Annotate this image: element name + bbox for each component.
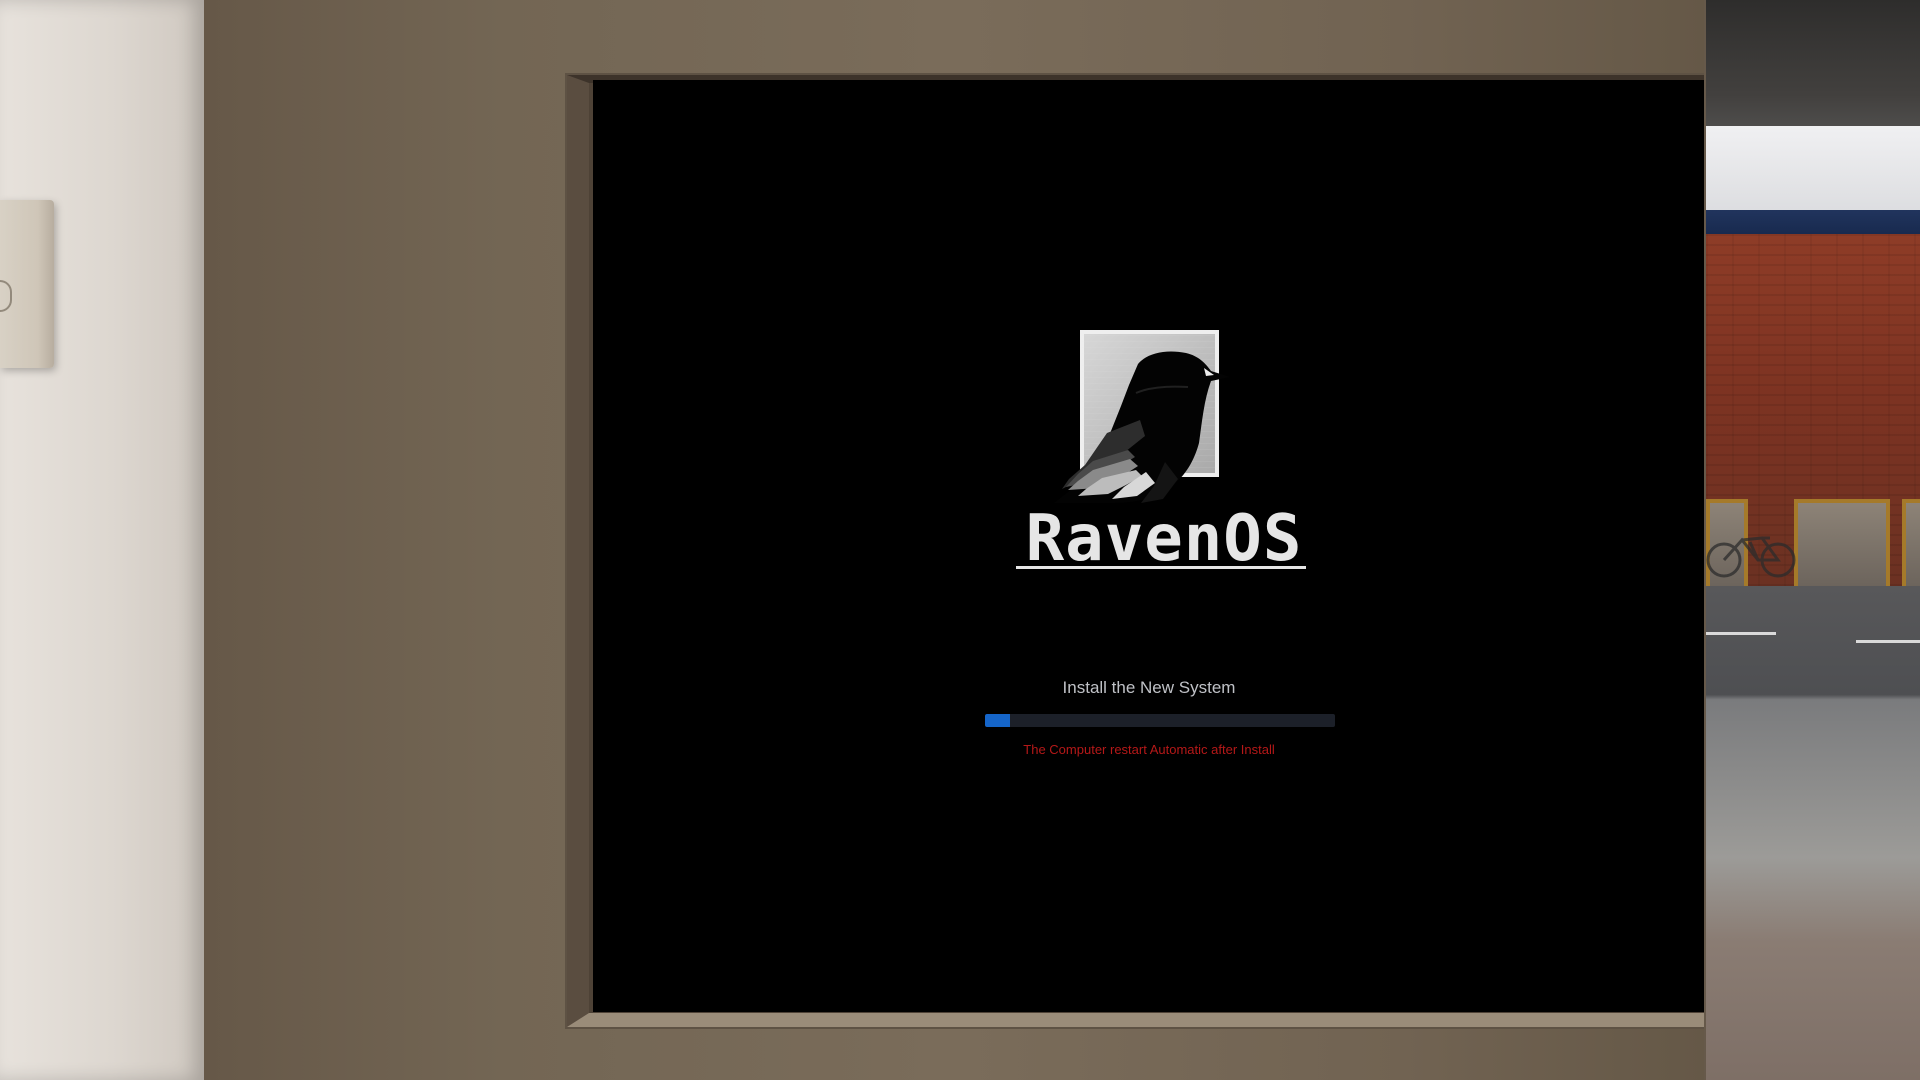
- brand-name: RavenOS: [1025, 502, 1303, 576]
- dark-awning: [1706, 0, 1920, 135]
- outside-view: [1706, 0, 1920, 1080]
- restart-note: The Computer restart Automatic after Ins…: [1023, 742, 1275, 757]
- raven-logo-icon: [1054, 329, 1244, 507]
- road-marking: [1706, 632, 1776, 635]
- road-marking: [1856, 640, 1920, 643]
- light-switch[interactable]: [0, 200, 54, 368]
- install-status-title: Install the New System: [1062, 678, 1236, 697]
- install-progress-bar: [985, 714, 1335, 727]
- left-wall: [0, 0, 204, 1080]
- blue-awning: [1706, 210, 1920, 234]
- monitor-bezel: RavenOS Install the New System The Compu…: [204, 0, 1747, 1080]
- computer-screen[interactable]: RavenOS Install the New System The Compu…: [593, 80, 1739, 1012]
- building-window: [1794, 499, 1890, 591]
- bicycle-icon: [1706, 536, 1796, 578]
- brand-underline: [1016, 566, 1306, 569]
- game-scene: RavenOS Install the New System The Compu…: [0, 0, 1920, 1080]
- building-top: [1706, 126, 1920, 214]
- street-ground: [1706, 586, 1920, 1080]
- install-progress-fill: [985, 714, 1010, 727]
- building-window: [1902, 499, 1920, 591]
